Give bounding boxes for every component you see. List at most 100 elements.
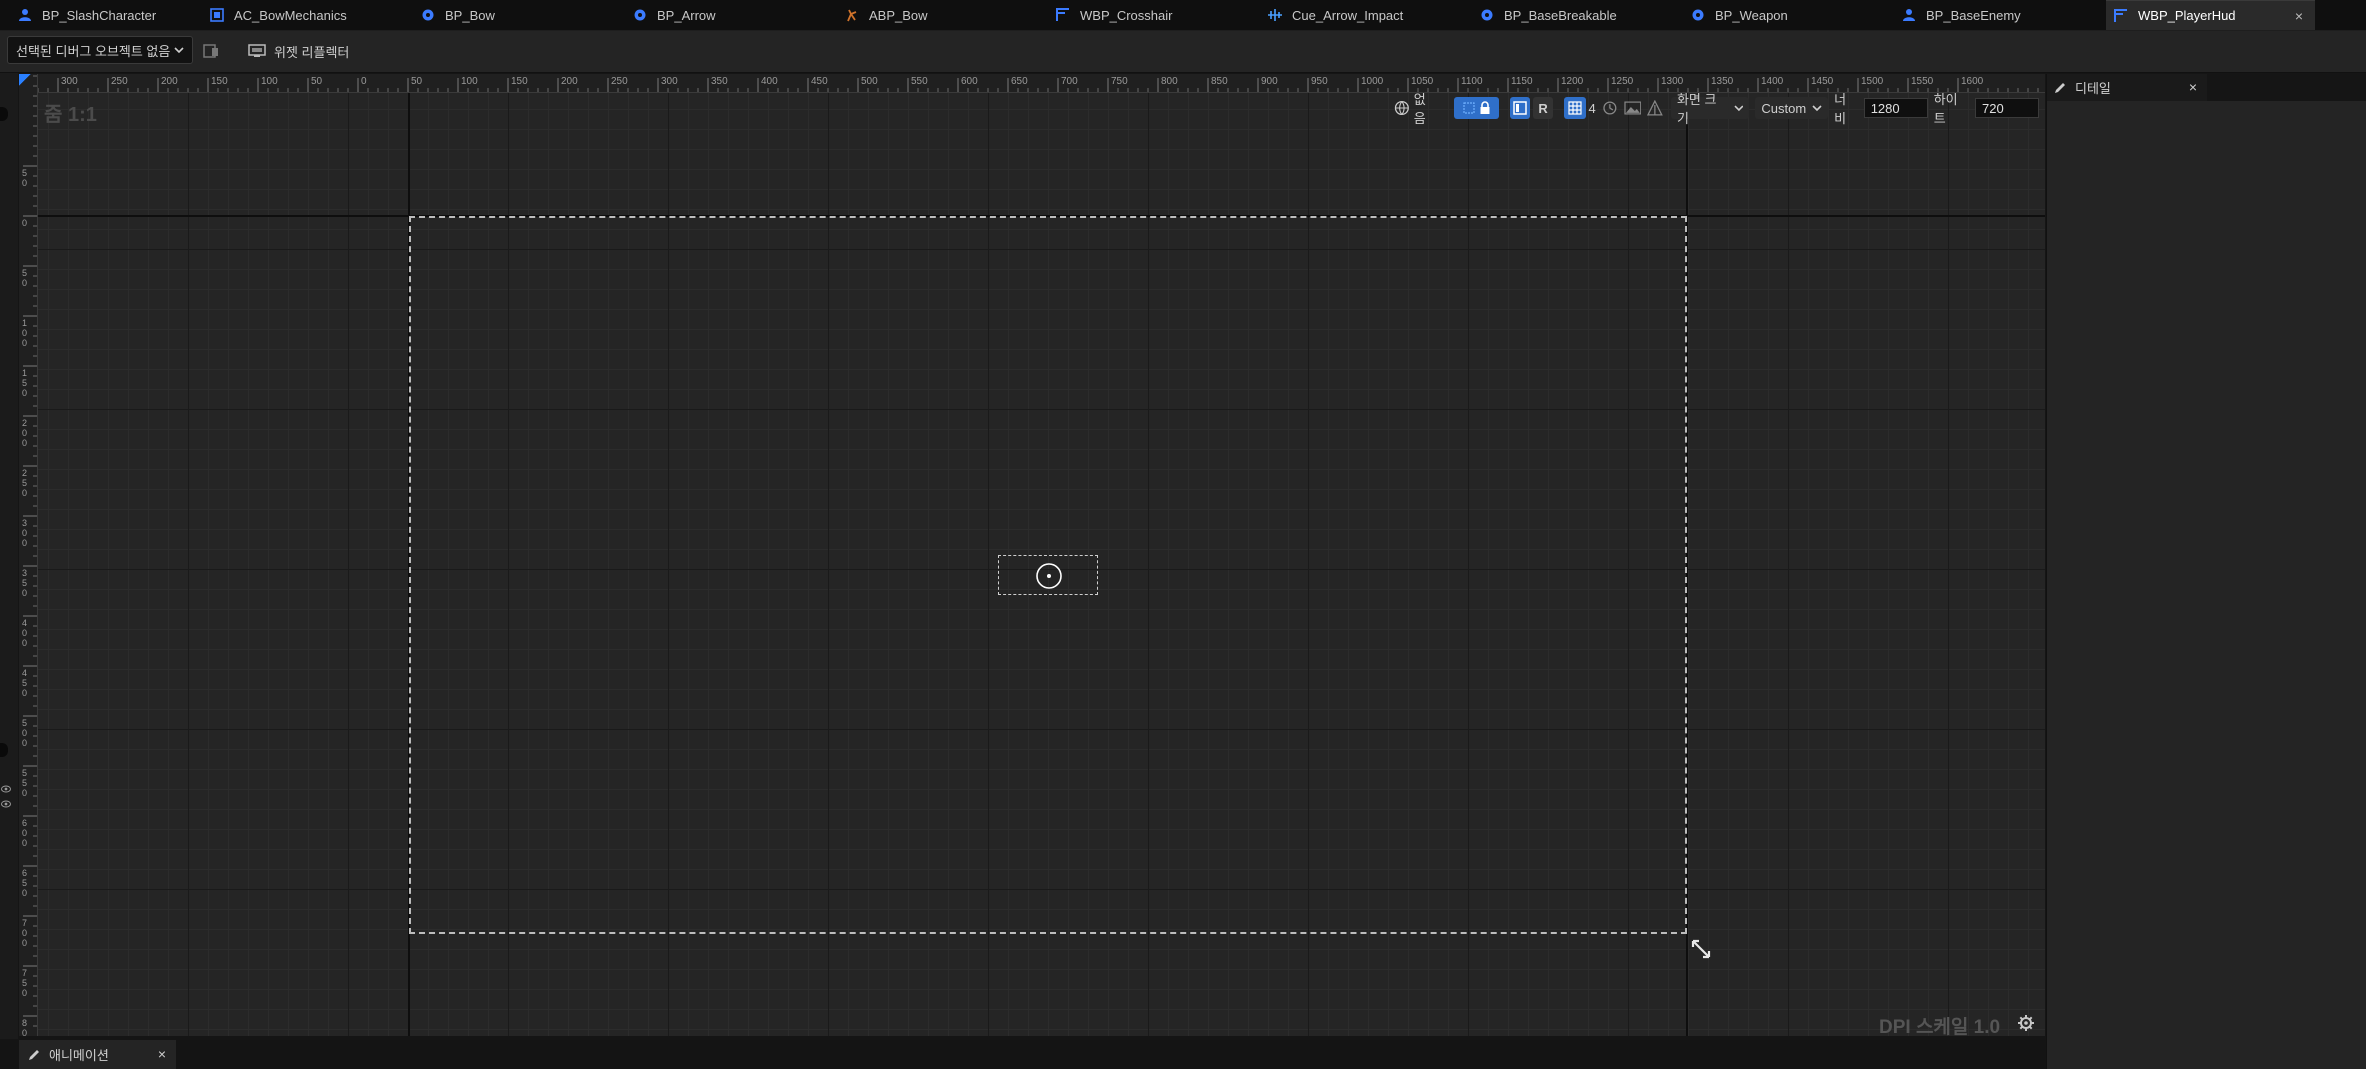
animation-tab[interactable]: 애니메이션 × <box>19 1040 176 1069</box>
anim-blueprint-icon <box>843 6 861 24</box>
blueprint-actor-icon <box>631 6 649 24</box>
image-preview-icon[interactable] <box>1623 101 1642 115</box>
animation-tab-label: 애니메이션 <box>49 1048 109 1063</box>
ruler-label: 0 <box>22 838 27 848</box>
ruler-label: 0 <box>22 588 27 598</box>
ruler-label: 500 <box>861 76 878 87</box>
ruler-label: 800 <box>1161 76 1178 87</box>
horizontal-ruler-ticks: 2503002502001501005005010015020025030035… <box>7 76 2049 92</box>
tab-wbp-crosshair[interactable]: WBP_Crosshair <box>1048 0 1253 30</box>
screen-size-dropdown[interactable]: 화면 크기 <box>1670 92 1750 126</box>
collapsed-panel-handle[interactable] <box>0 107 8 121</box>
ruler-label: 7 <box>22 968 27 978</box>
tab-bp-slashcharacter[interactable]: BP_SlashCharacter <box>10 0 215 30</box>
width-input[interactable] <box>1863 98 1928 118</box>
size-preset-dropdown[interactable]: Custom <box>1755 97 1829 119</box>
tab-label: BP_Bow <box>445 7 495 23</box>
tab-label: AC_BowMechanics <box>234 7 347 23</box>
zoom-indicator: 줌 1:1 <box>44 104 97 126</box>
close-icon[interactable]: × <box>2295 8 2303 24</box>
chevron-down-icon <box>1812 105 1822 112</box>
designer-toolbar: 선택된 디버그 오브젝트 없음 위젯 리플렉터 <box>0 31 2366 73</box>
tab-bp-baseenemy[interactable]: BP_BaseEnemy <box>1894 0 2099 30</box>
ruler-label: 1600 <box>1961 76 1984 87</box>
ruler-label: 900 <box>1261 76 1278 87</box>
ruler-label: 50 <box>411 76 423 87</box>
ruler-label: 450 <box>811 76 828 87</box>
ruler-label: 0 <box>22 538 27 548</box>
crosshair-icon[interactable] <box>1034 561 1064 591</box>
gear-icon[interactable] <box>2017 1014 2035 1032</box>
respect-lock-label: R <box>1538 100 1548 116</box>
ruler-label: 0 <box>22 278 27 288</box>
left-panel-strip <box>0 73 18 1039</box>
ruler-label: 0 <box>22 738 27 748</box>
resize-handle-icon[interactable] <box>1690 938 1712 960</box>
close-icon[interactable]: × <box>158 1046 166 1062</box>
ruler-label: 1400 <box>1761 76 1784 87</box>
sound-cue-icon <box>1266 6 1284 24</box>
ruler-label: 1300 <box>1661 76 1684 87</box>
details-panel: 디테일 × <box>2046 74 2366 1069</box>
ruler-label: 350 <box>711 76 728 87</box>
blueprint-person-icon <box>16 6 34 24</box>
browse-debug-icon[interactable] <box>202 42 220 60</box>
tab-wbp-playerhud[interactable]: WBP_PlayerHud × <box>2106 0 2315 30</box>
debug-object-dropdown[interactable]: 선택된 디버그 오브젝트 없음 <box>7 36 193 64</box>
respect-lock-toggle[interactable]: R <box>1533 97 1553 119</box>
ruler-label: 1500 <box>1861 76 1884 87</box>
safe-zone-icon[interactable] <box>1647 100 1663 116</box>
tab-ac-bowmechanics[interactable]: AC_BowMechanics <box>202 0 407 30</box>
tab-bp-weapon[interactable]: BP_Weapon <box>1683 0 1888 30</box>
ruler-label: 5 <box>22 718 27 728</box>
ruler-label: 100 <box>261 76 278 87</box>
ruler-label: 0 <box>22 628 27 638</box>
eye-icon[interactable] <box>1 785 11 793</box>
widget-reflector-button[interactable]: 위젯 리플렉터 <box>248 38 349 64</box>
pencil-icon <box>2055 82 2065 93</box>
debug-object-label: 선택된 디버그 오브젝트 없음 <box>16 43 171 59</box>
ruler-label: 6 <box>22 818 27 828</box>
width-label: 너비 <box>1834 92 1847 126</box>
ruler-label: 0 <box>22 178 27 188</box>
height-label: 하이트 <box>1933 92 1958 126</box>
close-icon[interactable]: × <box>2189 79 2197 95</box>
tab-bp-arrow[interactable]: BP_Arrow <box>625 0 830 30</box>
flipbook-icon[interactable] <box>1602 100 1618 116</box>
actor-component-icon <box>208 6 226 24</box>
ruler-label: 3 <box>22 568 27 578</box>
grid-snap-button[interactable] <box>1563 97 1586 119</box>
ruler-label: 5 <box>22 978 27 988</box>
ruler-label: 5 <box>22 678 27 688</box>
eye-icon[interactable] <box>1 800 11 808</box>
vertical-ruler-ticks: 5005010015020025030035040045050055060065… <box>22 75 37 1048</box>
tab-cue-arrow-impact[interactable]: Cue_Arrow_Impact <box>1260 0 1465 30</box>
ruler-label: 0 <box>22 988 27 998</box>
monitor-icon <box>248 44 266 57</box>
ruler-label: 100 <box>461 76 478 87</box>
tab-abp-bow[interactable]: ABP_Bow <box>837 0 1042 30</box>
tab-bp-basebreakable[interactable]: BP_BaseBreakable <box>1472 0 1677 30</box>
ruler-label: 0 <box>22 638 27 648</box>
widget-reflector-label: 위젯 리플렉터 <box>274 44 350 60</box>
pencil-icon <box>29 1049 39 1060</box>
transform-toggle-group[interactable] <box>1454 97 1500 119</box>
respect-locks-button[interactable] <box>1510 97 1531 119</box>
ruler-label: 7 <box>22 918 27 928</box>
ruler-label: 2 <box>22 418 27 428</box>
tab-bp-bow[interactable]: BP_Bow <box>413 0 618 30</box>
chevron-down-icon <box>1733 105 1743 112</box>
ruler-label: 0 <box>22 728 27 738</box>
blueprint-actor-icon <box>1689 6 1707 24</box>
ruler-label: 1100 <box>1461 76 1483 87</box>
localization-preview-button[interactable]: 없음 <box>1390 92 1441 126</box>
height-input[interactable] <box>1975 98 2040 118</box>
ruler-label: 1 <box>22 318 27 328</box>
ruler-label: 6 <box>22 868 27 878</box>
details-tab-strip <box>2207 74 2366 101</box>
details-tab[interactable]: 디테일 × <box>2047 74 2207 101</box>
ruler-label: 1350 <box>1711 76 1734 87</box>
grid-snap-value[interactable]: 4 <box>1589 101 1596 116</box>
tab-label: BP_BaseEnemy <box>1926 7 2021 23</box>
collapsed-panel-handle[interactable] <box>0 743 8 757</box>
